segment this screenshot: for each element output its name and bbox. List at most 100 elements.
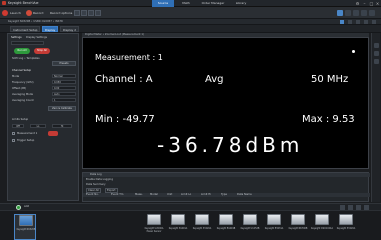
channel-setup-label: Channel Setup <box>12 69 32 72</box>
run-all-button[interactable]: Run All <box>14 48 30 54</box>
averaging-mode-select[interactable]: Auto <box>52 92 76 96</box>
display-settings-tab[interactable]: Display Settings <box>26 36 47 39</box>
tab-library[interactable]: Library <box>230 0 252 7</box>
presets-button[interactable]: Presets <box>52 61 76 66</box>
toolbar-strip <box>11 41 44 45</box>
dock-label: Keysight DSO1024A <box>311 227 333 230</box>
limit-off[interactable]: Off <box>12 124 24 128</box>
offset-field[interactable]: 0.00 <box>52 86 76 90</box>
toolbar-icon-2[interactable] <box>81 10 87 16</box>
record-options-button[interactable]: Record options <box>50 9 72 17</box>
dock-item-0[interactable]: Keysight N9320B <box>14 214 36 240</box>
instrument-icon <box>315 214 329 225</box>
instrument-icon <box>339 214 353 225</box>
panel-icon-2[interactable] <box>374 51 379 56</box>
settings-panel: Settings Display Settings Run All Stop A… <box>7 33 79 201</box>
maximize-icon[interactable]: □ <box>369 1 374 6</box>
minimize-icon[interactable]: – <box>362 1 367 6</box>
add-label[interactable]: Add <box>24 205 29 208</box>
toolbar-icon-1[interactable] <box>74 10 80 16</box>
col-type: Type <box>221 193 227 196</box>
frequency-field[interactable]: 0.050 <box>52 80 76 84</box>
tab-source[interactable]: Source <box>152 0 174 7</box>
launch-icon[interactable] <box>2 10 8 16</box>
col-data-name: Data Name <box>237 193 252 196</box>
tab-order-manager[interactable]: Order Manager <box>198 0 228 7</box>
dock-label: Keysight N6700B <box>288 227 308 230</box>
tab-display-2[interactable]: Display 2 <box>60 26 79 32</box>
mode-select[interactable]: Normal <box>52 74 76 78</box>
bookmark-icon[interactable] <box>340 20 344 24</box>
power-reading: -36.78dBm <box>157 133 304 157</box>
pause-icon[interactable] <box>345 10 351 16</box>
data-log-tab[interactable]: Data Log <box>90 173 102 176</box>
scpi-section-label: SCPI Log • Templates <box>12 57 40 60</box>
dock-label: Keysight U2000A Power Sensor <box>144 227 164 233</box>
col-limit-lo: Limit Lo <box>181 193 192 196</box>
sub-tab-bar: Instrument Setup Display Display 2 <box>0 25 381 33</box>
tab-display[interactable]: Display <box>42 26 59 32</box>
close-panel-icon[interactable] <box>372 20 376 24</box>
toolbar-icon-4[interactable] <box>95 10 101 16</box>
expand-icon[interactable] <box>364 20 368 24</box>
dock-label: Keysight E4419B <box>216 227 236 230</box>
zero-calibrate-button[interactable]: Zero & Calibrate <box>48 106 76 111</box>
measurement-checkbox[interactable] <box>12 132 15 135</box>
instrument-dock: Keysight N9320B Keysight U2000A Power Se… <box>0 210 381 240</box>
tab-math[interactable]: Math <box>176 0 196 7</box>
averaging-count-label: Averaging Count <box>12 99 34 102</box>
col-event-no: Event No. <box>86 193 99 196</box>
avg-label: Avg <box>205 74 224 85</box>
close-icon[interactable]: × <box>375 1 380 6</box>
dock-item-5[interactable]: Keysight U1252B <box>239 214 261 240</box>
averaging-count-field[interactable]: 1 <box>52 98 76 102</box>
stop-all-button[interactable]: Stop All <box>34 48 50 54</box>
dock-item-4[interactable]: Keysight E4419B <box>215 214 237 240</box>
limits-setup-label: Limits Setup <box>12 118 29 121</box>
dock-item-6[interactable]: Keysight E3631A <box>263 214 285 240</box>
launch-button[interactable]: Launch <box>10 9 21 17</box>
dock-item-2[interactable]: Keysight 34401A <box>167 214 189 240</box>
status-bar: Add <box>0 203 381 210</box>
toolbar-icon-3[interactable] <box>88 10 94 16</box>
dock-item-9[interactable]: Keysight 53220A <box>335 214 357 240</box>
measurement-check-label: Measurement 1 <box>17 132 38 135</box>
trigger-check-label: Trigger Setup <box>17 139 35 142</box>
data-log-tabbar <box>83 173 370 177</box>
panel-icon-1[interactable] <box>374 43 379 48</box>
dock-label: Keysight 53220A <box>336 227 356 230</box>
instrument-icon <box>243 214 257 225</box>
limit-hi[interactable]: Hi <box>52 124 72 128</box>
record-icon[interactable] <box>26 10 32 16</box>
tab-instrument-setup[interactable]: Instrument Setup <box>10 26 41 32</box>
dock-item-7[interactable]: Keysight N6700B <box>287 214 309 240</box>
title-bar: Keysight BenchVue Source Math Order Mana… <box>0 0 381 7</box>
dock-item-8[interactable]: Keysight DSO1024A <box>311 214 333 240</box>
layout-icon[interactable] <box>361 10 367 16</box>
play-icon[interactable] <box>337 10 343 16</box>
dock-label: Keysight 33220A <box>192 227 212 230</box>
right-tool-strip <box>371 33 380 202</box>
trigger-checkbox[interactable] <box>12 139 15 142</box>
measurement-label: Measurement : 1 <box>95 53 163 62</box>
share-icon[interactable] <box>348 20 352 24</box>
record-dot-icon[interactable] <box>353 10 359 16</box>
dock-item-3[interactable]: Keysight 33220A <box>191 214 213 240</box>
enable-logging-label: Enable Data Logging <box>86 178 113 181</box>
offset-label: Offset (dB) <box>12 87 27 90</box>
more-icon[interactable] <box>369 10 375 16</box>
measurement-toggle[interactable] <box>48 131 58 136</box>
limit-lo[interactable]: Lo <box>30 124 46 128</box>
record-button[interactable]: Record <box>33 9 43 17</box>
col-unit: Unit <box>167 193 173 196</box>
channel-label: Channel : A <box>95 74 153 85</box>
settings-tab[interactable]: Settings <box>11 36 22 39</box>
dock-item-1[interactable]: Keysight U2000A Power Sensor <box>143 214 165 240</box>
dock-label: Keysight 34401A <box>168 227 188 230</box>
instrument-icon <box>195 214 209 225</box>
gear-icon[interactable]: ⚙ <box>355 1 360 6</box>
panel-icon-3[interactable] <box>374 59 379 64</box>
settings-icon[interactable] <box>356 20 360 24</box>
breadcrumb: Keysight N9320B • USB0::0x0957 • INSTR <box>8 20 63 23</box>
dock-label: Keysight N9320B <box>16 228 36 231</box>
